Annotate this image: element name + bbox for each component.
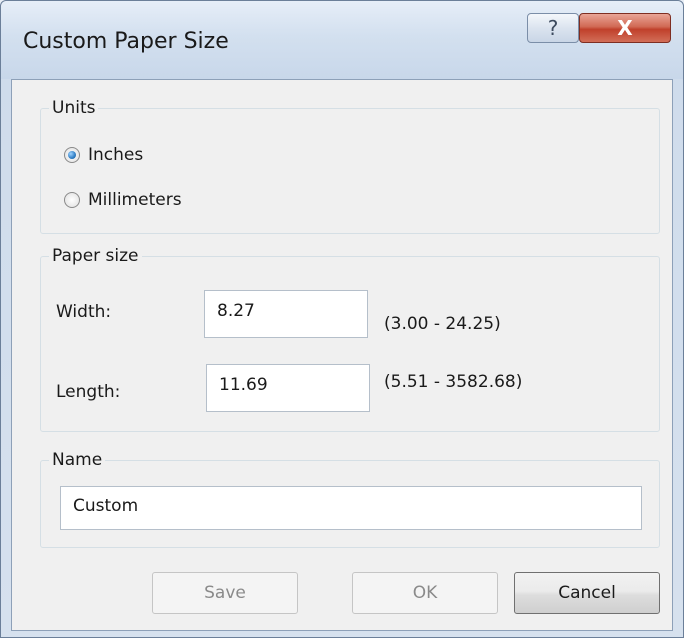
close-button[interactable]: X [579,13,671,43]
dialog-window: Custom Paper Size ? X Units Inches Milli… [0,0,684,638]
length-label: Length: [56,382,121,402]
units-group: Units [40,98,660,234]
width-label: Width: [56,302,112,322]
units-legend: Units [52,98,96,118]
dialog-body: Units Inches Millimeters Paper size Widt… [11,79,673,631]
help-icon: ? [547,16,559,40]
ok-button[interactable]: OK [352,572,498,614]
cancel-button[interactable]: Cancel [514,572,660,614]
radio-millimeters[interactable]: Millimeters [64,190,182,210]
save-button[interactable]: Save [152,572,298,614]
radio-inches-indicator[interactable] [64,147,80,163]
width-range: (3.00 - 24.25) [384,314,501,334]
radio-millimeters-label: Millimeters [88,190,182,210]
length-range: (5.51 - 3582.68) [384,372,523,392]
radio-inches[interactable]: Inches [64,145,143,165]
name-input[interactable]: Custom [60,486,642,530]
dialog-title: Custom Paper Size [23,29,229,54]
close-icon: X [617,16,633,40]
name-legend: Name [52,450,103,470]
help-button[interactable]: ? [527,13,579,43]
radio-inches-label: Inches [88,145,144,165]
paper-size-legend: Paper size [52,246,139,266]
radio-millimeters-indicator[interactable] [64,192,80,208]
width-input[interactable]: 8.27 [204,290,368,338]
title-bar[interactable]: Custom Paper Size ? X [1,1,683,79]
length-input[interactable]: 11.69 [206,364,370,412]
